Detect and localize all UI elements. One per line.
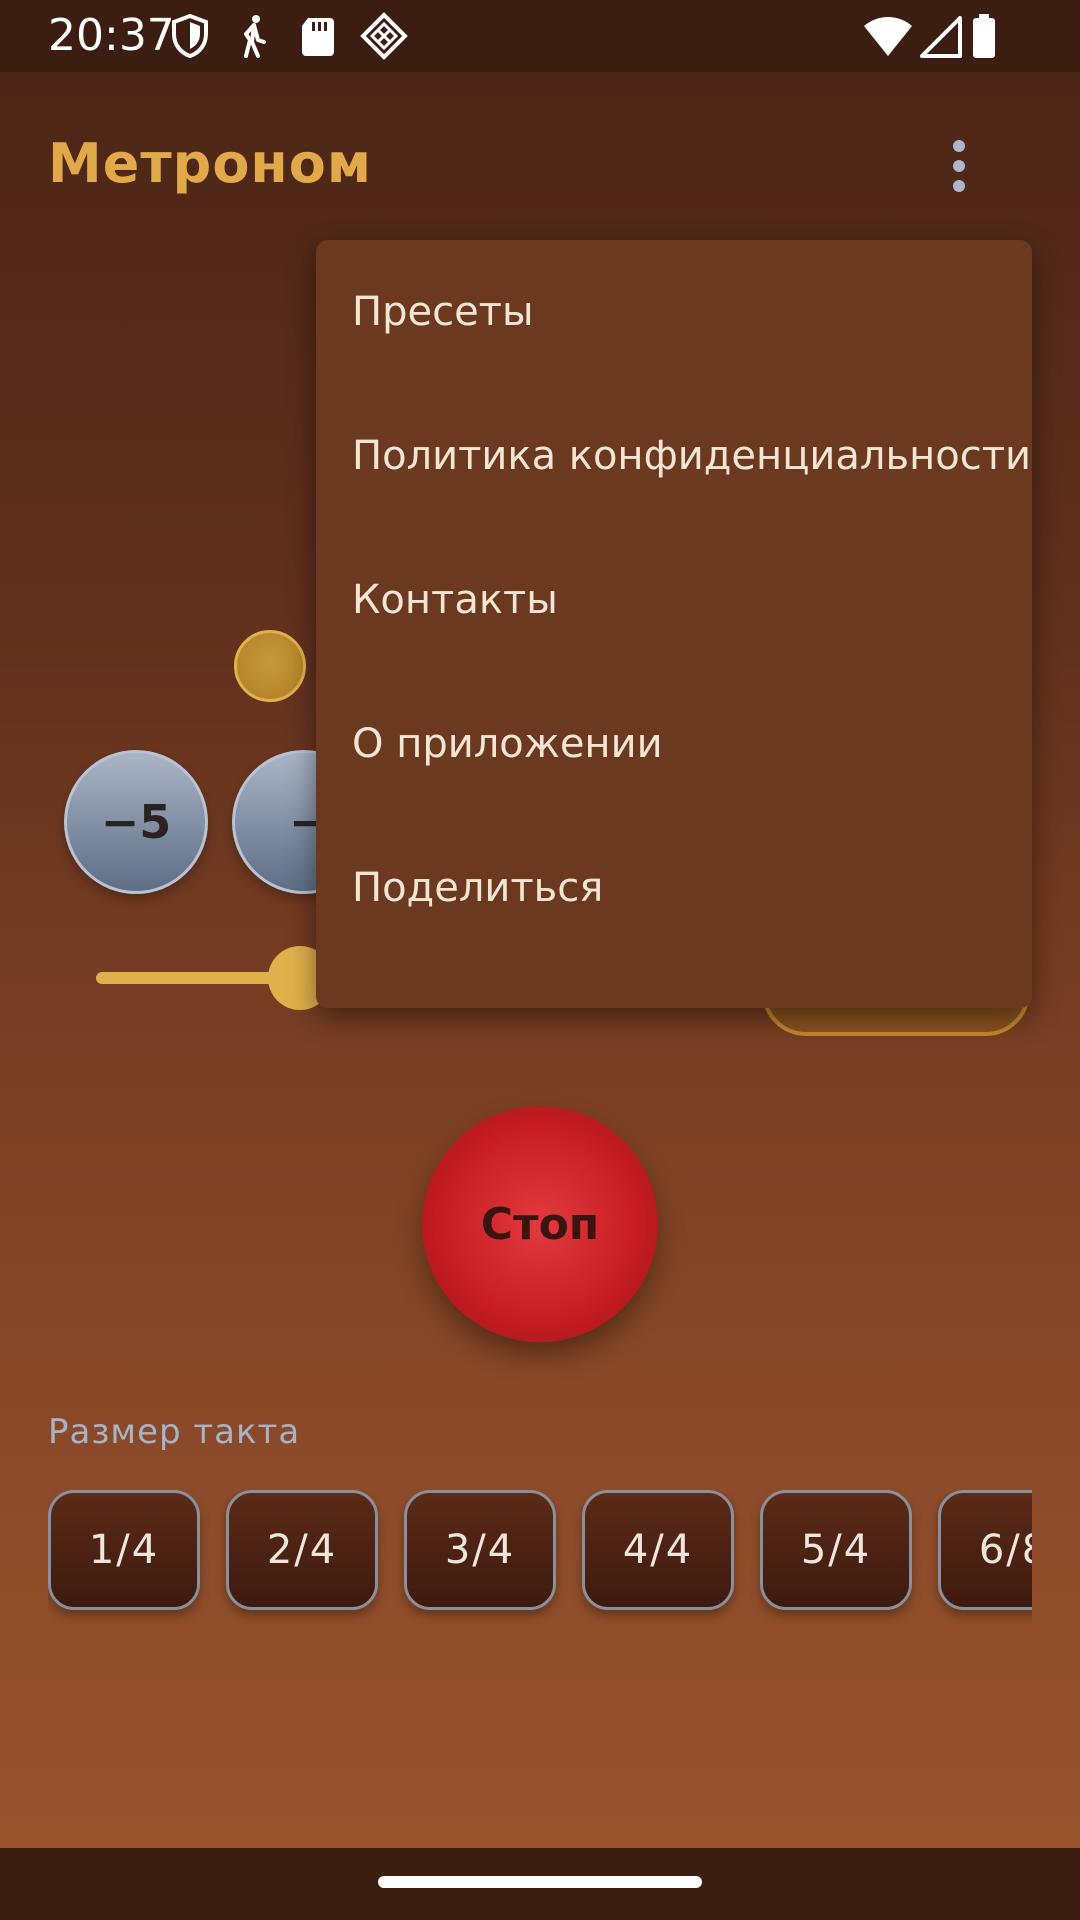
time-signature-option[interactable]: 2/4: [226, 1490, 378, 1610]
time-signature-label: Размер такта: [48, 1412, 301, 1452]
time-signature-option[interactable]: 3/4: [404, 1490, 556, 1610]
time-signature-option[interactable]: 4/4: [582, 1490, 734, 1610]
more-vertical-icon-dot: [953, 160, 965, 172]
time-signature-list[interactable]: 1/4 2/4 3/4 4/4 5/4 6/8: [48, 1490, 1032, 1632]
wifi-icon: [864, 17, 912, 56]
status-bar: 20:37: [0, 0, 1080, 72]
status-time: 20:37: [48, 10, 175, 61]
more-vertical-icon-dot: [953, 180, 965, 192]
menu-item-privacy-policy[interactable]: Политика конфиденциальности: [316, 384, 1032, 528]
tempo-minus-five-button[interactable]: −5: [64, 750, 208, 894]
sd-card-icon: [302, 18, 334, 56]
menu-item-about[interactable]: О приложении: [316, 672, 1032, 816]
beat-indicator: [234, 630, 306, 702]
cellular-signal-icon: [920, 16, 962, 58]
overflow-menu: Пресеты Политика конфиденциальности Конт…: [316, 240, 1032, 1008]
diamond-grid-icon: [360, 12, 408, 60]
menu-item-contacts[interactable]: Контакты: [316, 528, 1032, 672]
app-title: Метроном: [48, 132, 372, 195]
shield-icon: [172, 13, 208, 59]
battery-icon: [973, 14, 995, 58]
time-signature-option[interactable]: 6/8: [938, 1490, 1032, 1610]
stop-button[interactable]: Стоп: [422, 1106, 658, 1342]
menu-item-share[interactable]: Поделиться: [316, 816, 1032, 960]
more-vertical-icon: [953, 140, 965, 152]
time-signature-option[interactable]: 5/4: [760, 1490, 912, 1610]
more-options-button[interactable]: [934, 130, 984, 202]
home-gesture-handle[interactable]: [378, 1876, 702, 1888]
overflow-menu-list: Пресеты Политика конфиденциальности Конт…: [316, 240, 1032, 960]
time-signature-option[interactable]: 1/4: [48, 1490, 200, 1610]
walking-person-icon: [244, 15, 266, 58]
menu-item-presets[interactable]: Пресеты: [316, 240, 1032, 384]
